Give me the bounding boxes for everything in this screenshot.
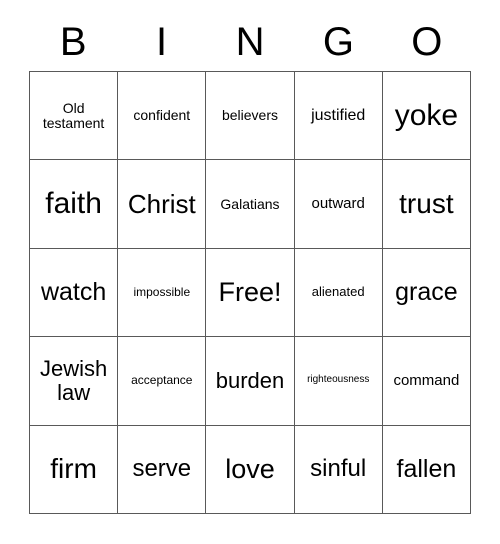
bingo-cell-label: grace (395, 277, 458, 306)
bingo-cell[interactable]: Galatians (206, 160, 295, 249)
bingo-cell-label: righteousness (307, 374, 370, 386)
bingo-cell[interactable]: grace (382, 248, 471, 338)
bingo-cell[interactable]: confident (118, 72, 207, 161)
bingo-cell[interactable]: watch (30, 248, 119, 338)
bingo-card: B I N G O Old testament confident believ… (0, 0, 500, 544)
bingo-cell-label: confident (133, 107, 191, 124)
bingo-grid: Old testament confident believers justif… (29, 71, 471, 514)
bingo-cell-label: impossible (133, 285, 191, 300)
bingo-cell[interactable]: outward (294, 160, 383, 249)
bingo-cell[interactable]: believers (206, 72, 295, 161)
bingo-header-row: B I N G O (29, 16, 471, 68)
header-letter-n-label: N (235, 20, 265, 64)
bingo-cell[interactable]: sinful (294, 425, 383, 514)
bingo-cell[interactable]: Christ (118, 160, 207, 249)
header-letter-b-label: B (59, 20, 87, 64)
bingo-cell[interactable]: fallen (382, 425, 471, 514)
bingo-cell-label: outward (311, 195, 365, 212)
bingo-cell-label: burden (215, 368, 285, 394)
bingo-cell-label: fallen (396, 454, 457, 483)
bingo-cell[interactable]: righteousness (294, 337, 383, 426)
bingo-cell[interactable]: yoke (382, 72, 471, 161)
bingo-cell-label: firm (50, 453, 97, 485)
header-letter-o-label: O (411, 20, 443, 64)
bingo-cell[interactable]: Jewish law (30, 337, 119, 426)
bingo-cell[interactable]: burden (206, 337, 295, 426)
bingo-free-space-cell[interactable]: Free! (206, 248, 295, 338)
bingo-cell-label: serve (132, 455, 192, 483)
header-letter-i: I (117, 16, 205, 68)
bingo-cell[interactable]: impossible (118, 248, 207, 338)
bingo-cell-label: trust (399, 187, 454, 219)
bingo-cell-label: Jewish law (39, 356, 108, 405)
header-letter-n: N (206, 16, 294, 68)
bingo-cell[interactable]: trust (382, 160, 471, 249)
bingo-cell-label: command (393, 371, 460, 389)
bingo-cell[interactable]: justified (294, 72, 383, 161)
bingo-cell[interactable]: faith (30, 160, 119, 249)
bingo-cell[interactable]: command (382, 337, 471, 426)
header-letter-g: G (294, 16, 382, 68)
bingo-cell-label: Christ (127, 189, 196, 220)
bingo-cell-label: love (225, 453, 275, 484)
bingo-cell[interactable]: alienated (294, 248, 383, 338)
bingo-cell[interactable]: love (206, 425, 295, 514)
header-letter-i-label: I (156, 20, 168, 64)
bingo-cell[interactable]: Old testament (30, 72, 119, 161)
bingo-cell-label: alienated (311, 284, 365, 300)
bingo-cell[interactable]: firm (30, 425, 119, 514)
bingo-cell-label: believers (221, 107, 278, 124)
bingo-cell-label: yoke (394, 98, 459, 132)
bingo-cell-label: faith (45, 186, 102, 220)
bingo-cell-label: justified (311, 107, 366, 125)
bingo-cell-label: Old testament (42, 99, 105, 131)
bingo-cell-label: acceptance (131, 373, 193, 388)
bingo-cell-label: Galatians (220, 195, 280, 212)
bingo-free-space-label: Free! (218, 276, 282, 307)
header-letter-o: O (383, 16, 471, 68)
bingo-cell-label: sinful (310, 455, 367, 483)
bingo-cell[interactable]: serve (118, 425, 207, 514)
bingo-cell[interactable]: acceptance (118, 337, 207, 426)
bingo-cell-label: watch (40, 277, 107, 306)
header-letter-g-label: G (322, 20, 354, 64)
header-letter-b: B (29, 16, 117, 68)
